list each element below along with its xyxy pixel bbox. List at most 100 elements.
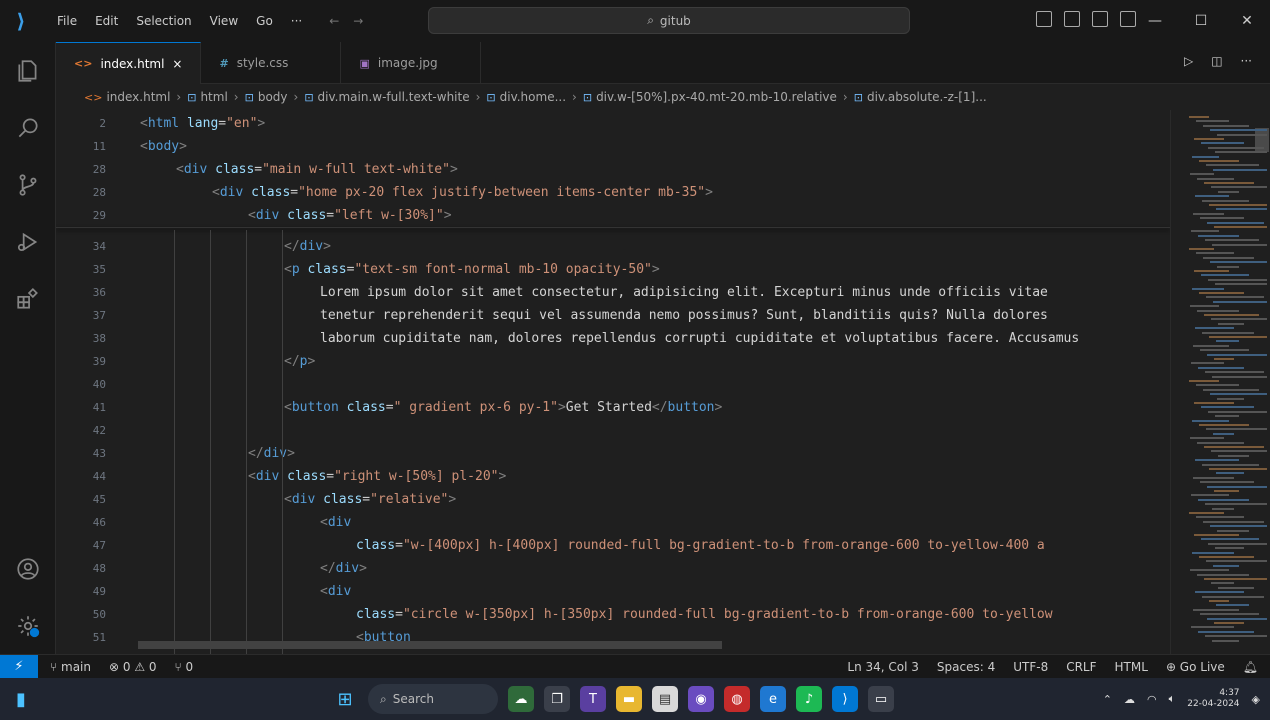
run-debug-icon[interactable] — [0, 213, 56, 270]
encoding[interactable]: UTF-8 — [1013, 660, 1048, 674]
clock[interactable]: 4:37 22-04-2024 — [1187, 688, 1239, 710]
volume-icon[interactable]: 🔈︎ — [1169, 692, 1176, 706]
code-editor[interactable]: 2 <html lang="en"> 11 <body> 28 <div class="m… — [56, 110, 1170, 654]
more-actions-icon[interactable]: ··· — [1241, 54, 1252, 68]
code-line[interactable]: 39 </p> — [56, 350, 1170, 373]
minimize-icon[interactable]: — — [1132, 0, 1178, 42]
code-line[interactable]: 2 <html lang="en"> — [56, 112, 1170, 135]
breadcrumb-item[interactable]: ⊡ body — [245, 90, 288, 104]
minimap-line — [1190, 173, 1214, 176]
code-line[interactable]: 47 class="w-[400px] h-[400px] rounded-ful… — [56, 534, 1170, 557]
accounts-icon[interactable] — [0, 540, 56, 597]
toggle-secondary-sidebar-icon[interactable] — [1092, 11, 1108, 27]
go-live-button[interactable]: ⊕ Go Live — [1166, 660, 1225, 674]
menu-selection[interactable]: Selection — [127, 0, 200, 42]
explorer-icon[interactable] — [0, 42, 56, 99]
code-line[interactable]: 28 <div class="home px-20 flex justify-be… — [56, 181, 1170, 204]
breadcrumb-label: div.w-[50%].px-40.mt-20.mb-10.relative — [596, 90, 837, 104]
toggle-sidebar-icon[interactable] — [1036, 11, 1052, 27]
edge-icon[interactable]: e — [760, 686, 786, 712]
breadcrumb-item[interactable]: ⊡ div.w-[50%].px-40.mt-20.mb-10.relative — [583, 90, 837, 104]
windows-start-icon[interactable]: ⊞ — [332, 686, 358, 712]
indentation[interactable]: Spaces: 4 — [937, 660, 995, 674]
breadcrumb-item[interactable]: ⊡ div.absolute.-z-[1]... — [854, 90, 987, 104]
code-line[interactable]: 11 <body> — [56, 135, 1170, 158]
code-line[interactable]: 29 <div class="left w-[30%]"> — [56, 204, 1170, 227]
file-explorer-icon[interactable]: ▬ — [616, 686, 642, 712]
code-line[interactable]: 50 class="circle w-[350px] h-[350px] roun… — [56, 603, 1170, 626]
copilot-icon[interactable]: ◈ — [1252, 693, 1260, 706]
code-line[interactable]: 38 laborum cupiditate nam, dolores repell… — [56, 327, 1170, 350]
forward-arrow-icon[interactable]: → — [353, 14, 363, 28]
taskbar-search[interactable]: ⌕ Search — [368, 684, 498, 714]
breadcrumb-item[interactable]: ⊡ html — [187, 90, 228, 104]
menu-view[interactable]: View — [201, 0, 247, 42]
split-editor-icon[interactable]: ◫ — [1211, 54, 1222, 68]
branch-indicator[interactable]: ⑂ main — [50, 660, 91, 674]
code-line[interactable]: 41 <button class=" gradient px-6 py-1">Ge… — [56, 396, 1170, 419]
minimap-line — [1199, 160, 1239, 162]
toggle-panel-icon[interactable] — [1064, 11, 1080, 27]
code-line[interactable]: 49 <div — [56, 580, 1170, 603]
maximize-icon[interactable]: ☐ — [1178, 0, 1224, 42]
weather-widget-icon[interactable]: ☁ — [508, 686, 534, 712]
code-line[interactable]: 36 Lorem ipsum dolor sit amet consectetur… — [56, 281, 1170, 304]
store-icon[interactable]: ▤ — [652, 686, 678, 712]
source-control-icon[interactable] — [0, 156, 56, 213]
language-mode[interactable]: HTML — [1115, 660, 1148, 674]
code-line[interactable]: 34 </div> — [56, 235, 1170, 258]
menu-go[interactable]: Go — [247, 0, 282, 42]
menu-file[interactable]: File — [48, 0, 86, 42]
minimap-line — [1207, 353, 1267, 356]
code-line[interactable]: 46 <div — [56, 511, 1170, 534]
back-arrow-icon[interactable]: ← — [329, 14, 339, 28]
code-line[interactable]: 48 </div> — [56, 557, 1170, 580]
remote-indicator[interactable]: ⚡ — [0, 654, 38, 679]
cloud-icon[interactable]: ☁ — [1124, 693, 1135, 706]
code-line[interactable]: 42 — [56, 419, 1170, 442]
breadcrumb-item[interactable]: ⊡ div.main.w-full.text-white — [304, 90, 469, 104]
wifi-icon[interactable]: ◠ — [1147, 693, 1157, 706]
tray-chevron-icon[interactable]: ⌃ — [1103, 693, 1112, 706]
app-red-icon[interactable]: ◍ — [724, 686, 750, 712]
teams-icon[interactable]: T — [580, 686, 606, 712]
minimap-line — [1191, 362, 1224, 365]
html-icon: <> — [84, 90, 103, 104]
task-view-icon[interactable]: ❐ — [544, 686, 570, 712]
problems-indicator[interactable]: ⊗ 0 ⚠ 0 — [109, 660, 157, 674]
code-line[interactable]: 43 </div> — [56, 442, 1170, 465]
breadcrumb-item[interactable]: ⊡ div.home... — [486, 90, 566, 104]
widgets-icon[interactable]: ▮ — [0, 678, 42, 720]
breadcrumb-item[interactable]: <> index.html — [84, 90, 170, 104]
code-line[interactable]: 40 — [56, 373, 1170, 396]
tab-style-css[interactable]: # style.css — [201, 42, 342, 84]
code-line[interactable]: 35 <p class="text-sm font-normal mb-10 op… — [56, 258, 1170, 281]
ports-indicator[interactable]: ⑂ 0 — [175, 660, 194, 674]
search-icon[interactable] — [0, 99, 56, 156]
code-line[interactable]: 37 tenetur reprehenderit sequi vel assume… — [56, 304, 1170, 327]
extensions-icon[interactable] — [0, 270, 56, 327]
tab-image-jpg[interactable]: ▣ image.jpg — [341, 42, 482, 84]
cursor-position[interactable]: Ln 34, Col 3 — [847, 660, 919, 674]
vscode-taskbar-icon[interactable]: ⟩ — [832, 686, 858, 712]
run-icon[interactable]: ▷ — [1184, 54, 1193, 68]
line-number: 49 — [92, 585, 106, 598]
tab-index-html[interactable]: <> index.html × — [56, 42, 202, 84]
line-ending[interactable]: CRLF — [1066, 660, 1096, 674]
code-line[interactable]: 28 <div class="main w-full text-white"> — [56, 158, 1170, 181]
horizontal-scrollbar[interactable] — [138, 641, 722, 649]
code-line[interactable]: 44 <div class="right w-[50%] pl-20"> — [56, 465, 1170, 488]
spotify-icon[interactable]: ♪ — [796, 686, 822, 712]
minimap-line — [1203, 256, 1254, 259]
tab-close-icon[interactable]: × — [172, 57, 182, 71]
settings-gear-icon[interactable] — [0, 597, 56, 654]
app-window-icon[interactable]: ▭ — [868, 686, 894, 712]
minimap[interactable] — [1170, 110, 1270, 654]
code-line[interactable]: 45 <div class="relative"> — [56, 488, 1170, 511]
command-center-search[interactable]: ⌕ gitub — [428, 7, 910, 34]
menu-more[interactable]: ··· — [282, 0, 311, 42]
close-icon[interactable]: ✕ — [1224, 0, 1270, 42]
menu-edit[interactable]: Edit — [86, 0, 127, 42]
notifications-bell-icon[interactable]: 🔔︎ — [1243, 660, 1258, 674]
app-icon[interactable]: ◉ — [688, 686, 714, 712]
